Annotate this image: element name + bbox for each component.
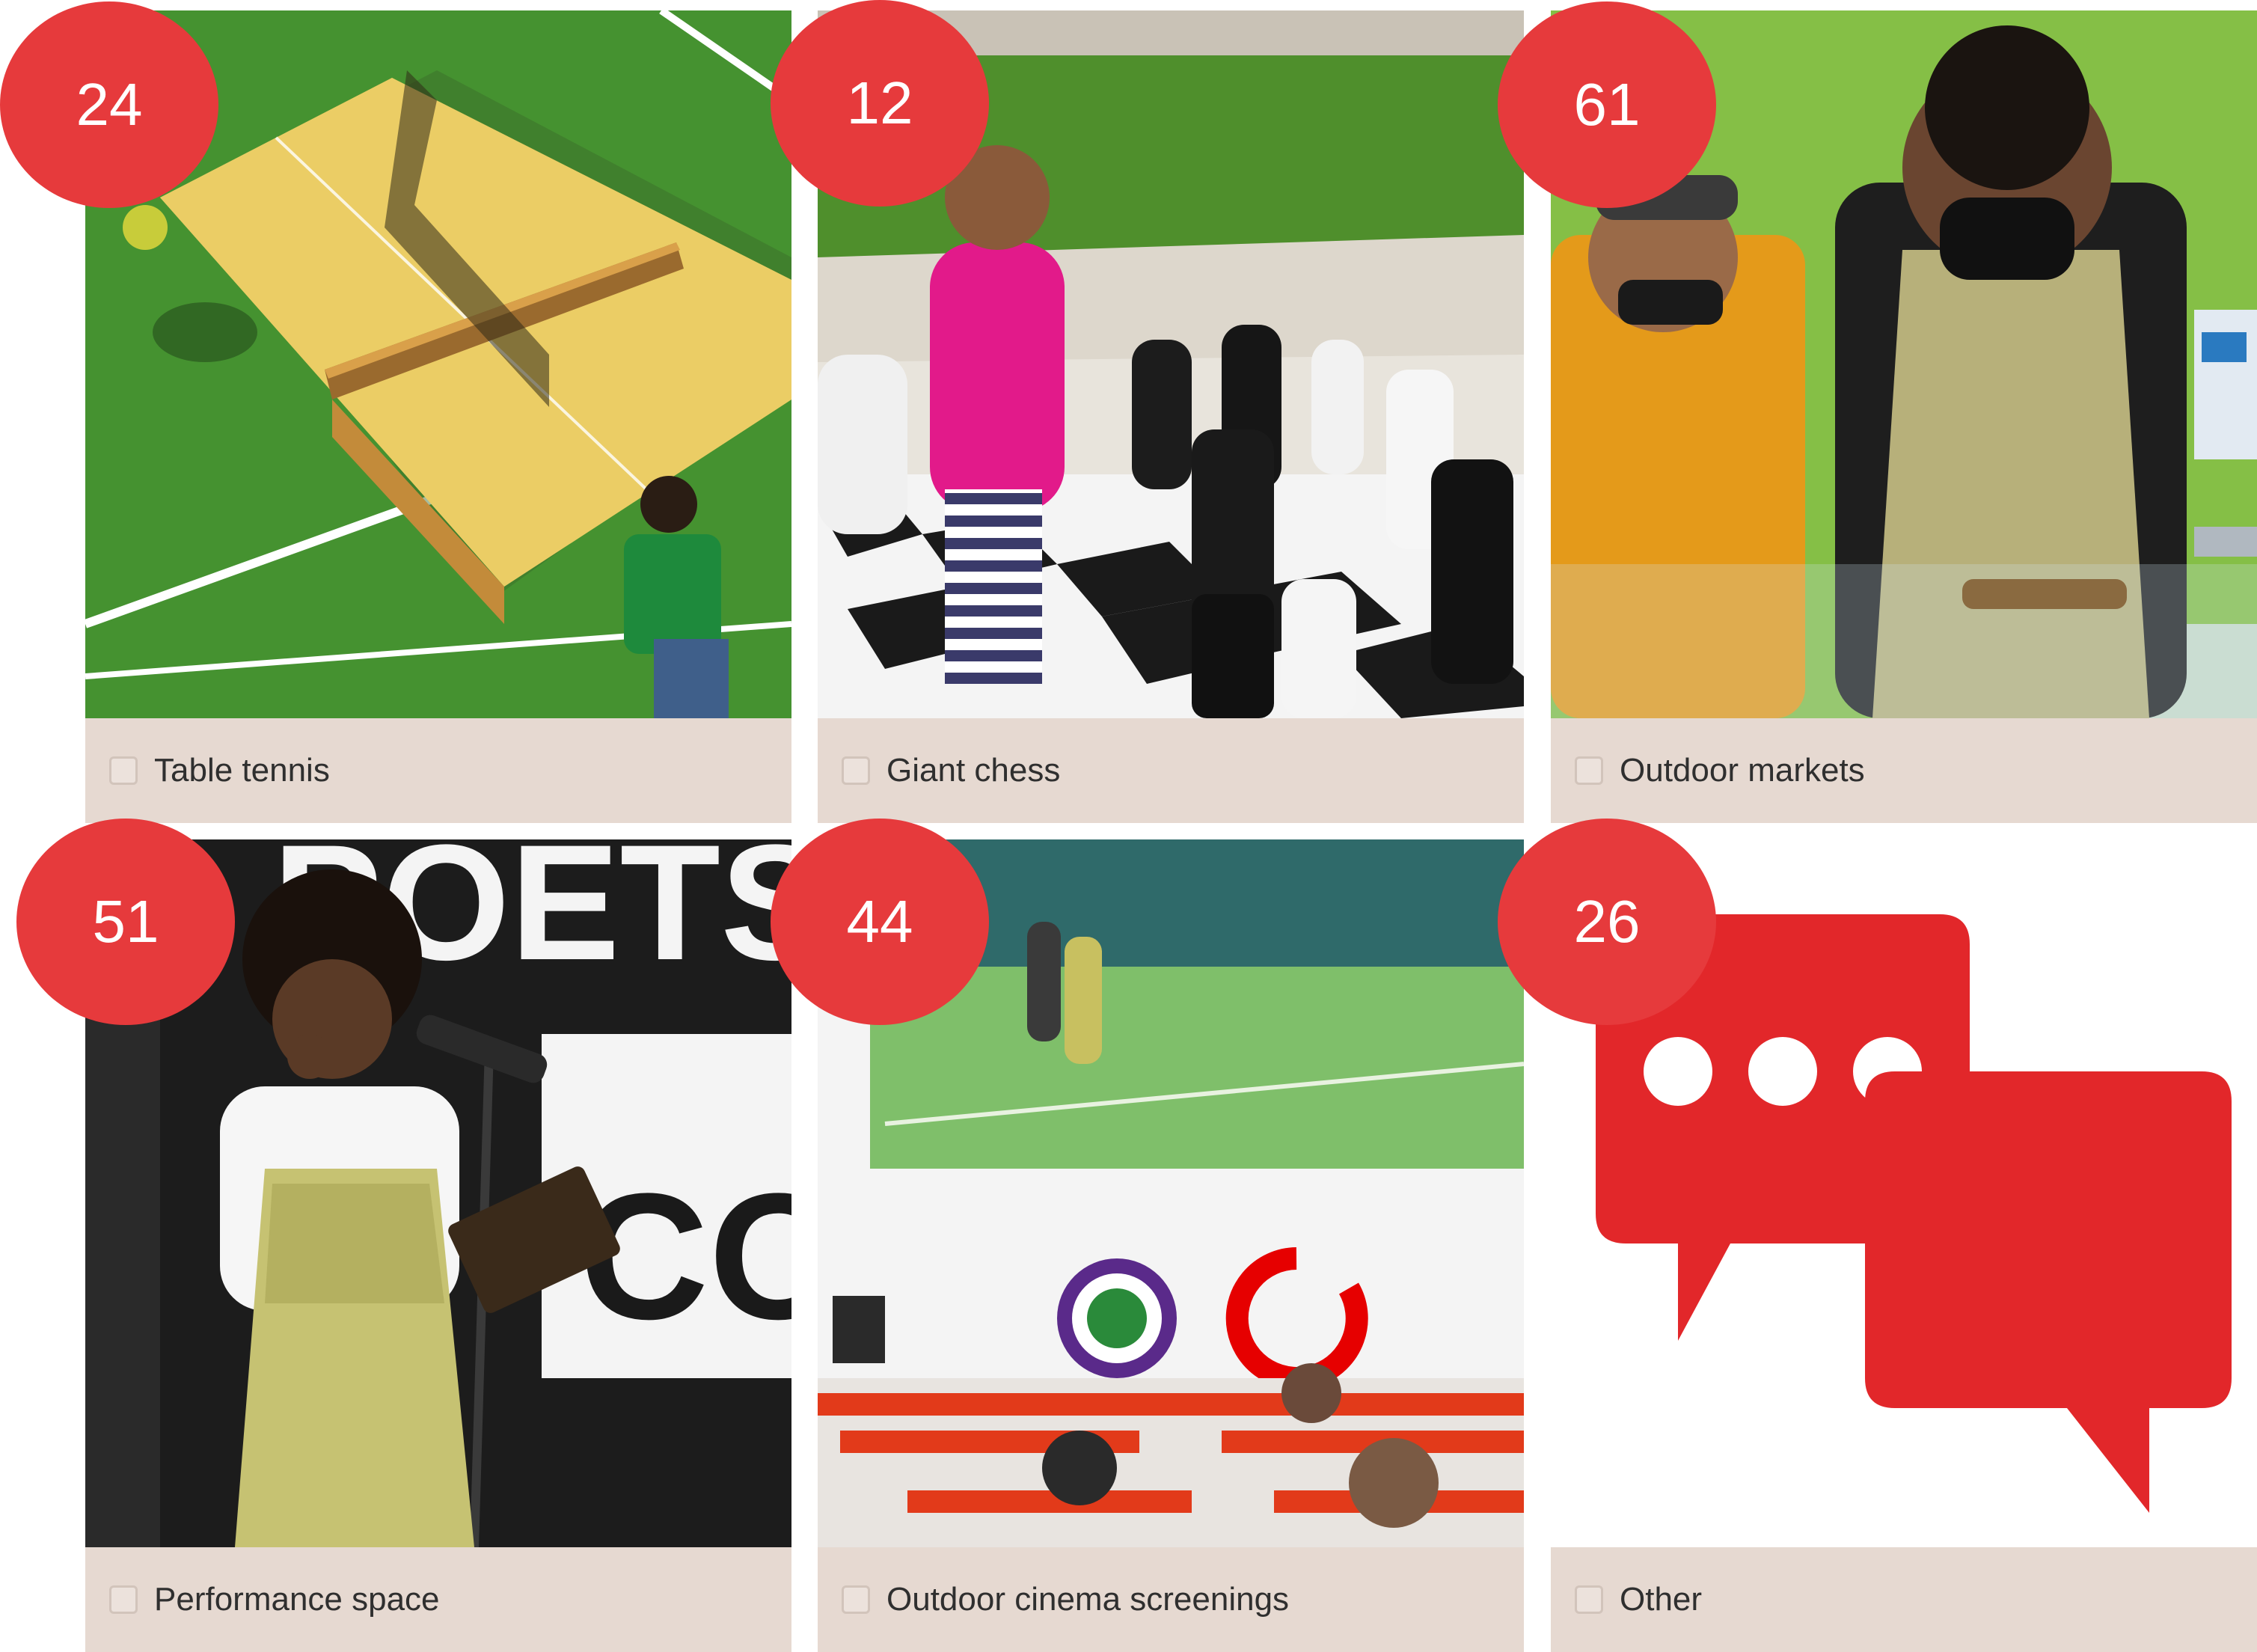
option-label: Other bbox=[1620, 1581, 1703, 1618]
option-checkbox[interactable] bbox=[842, 1585, 870, 1614]
option-label: Outdoor cinema screenings bbox=[886, 1581, 1290, 1618]
option-checkbox[interactable] bbox=[109, 756, 138, 785]
option-label: Performance space bbox=[154, 1581, 440, 1618]
count-badge: 12 bbox=[771, 0, 989, 206]
count-badge: 26 bbox=[1498, 819, 1716, 1025]
option-label: Table tennis bbox=[154, 752, 330, 789]
option-checkbox[interactable] bbox=[1575, 1585, 1603, 1614]
count-badge: 51 bbox=[16, 819, 235, 1025]
option-checkbox[interactable] bbox=[1575, 756, 1603, 785]
option-label: Giant chess bbox=[886, 752, 1061, 789]
count-badge: 44 bbox=[771, 819, 989, 1025]
option-label: Outdoor markets bbox=[1620, 752, 1865, 789]
count-badge: 24 bbox=[0, 1, 218, 208]
option-checkbox[interactable] bbox=[842, 756, 870, 785]
option-checkbox[interactable] bbox=[109, 1585, 138, 1614]
count-badge: 61 bbox=[1498, 1, 1716, 208]
